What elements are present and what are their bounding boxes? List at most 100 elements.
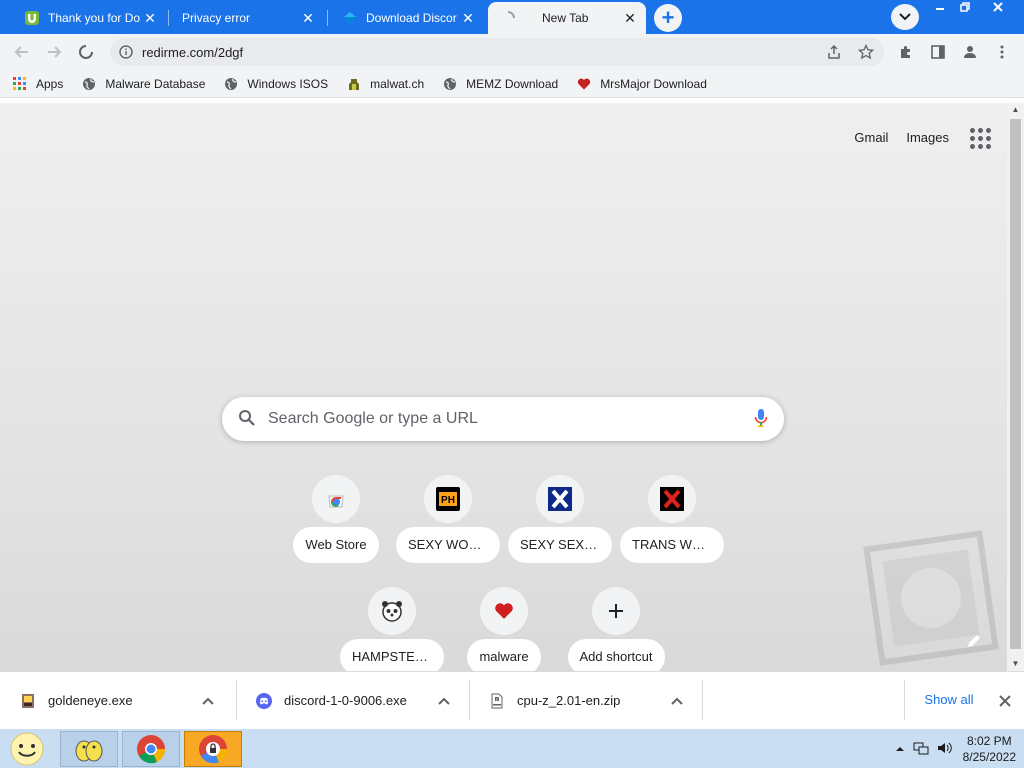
side-panel-icon xyxy=(931,45,945,59)
globe-icon xyxy=(223,76,239,92)
taskbar-clock[interactable]: 8:02 PM 8/25/2022 xyxy=(963,733,1016,765)
extensions-button[interactable] xyxy=(894,40,918,64)
shortcut-sexy-sex-po[interactable]: SEXY SEX PO... xyxy=(504,475,616,587)
bookmark-label: malwat.ch xyxy=(370,76,425,91)
taskbar-chrome[interactable] xyxy=(122,731,180,767)
shortcut-hampsters[interactable]: HAMPSTERS xyxy=(336,587,448,671)
star-icon xyxy=(858,44,874,60)
chevron-up-icon[interactable] xyxy=(198,691,218,711)
chevron-down-icon xyxy=(899,13,911,21)
images-link[interactable]: Images xyxy=(906,130,949,145)
chrome-icon xyxy=(137,735,166,764)
download-item-discord[interactable]: discord-1-0-9006.exe xyxy=(236,672,469,729)
download-item-cpuz[interactable]: Z cpu-z_2.01-en.zip xyxy=(469,672,702,729)
google-links: Gmail Images xyxy=(854,125,991,149)
share-icon xyxy=(828,44,840,59)
customize-button[interactable] xyxy=(958,625,990,657)
tab-separator xyxy=(168,10,169,26)
hamster-icon xyxy=(368,587,416,635)
address-bar[interactable]: redirme.com/2dgf xyxy=(110,38,884,66)
forward-button[interactable] xyxy=(42,40,66,64)
bookmark-apps[interactable]: Apps xyxy=(12,76,63,92)
microphone-icon[interactable] xyxy=(754,408,768,431)
info-icon[interactable] xyxy=(118,44,134,60)
arrow-left-icon xyxy=(14,46,28,58)
download-item-goldeneye[interactable]: goldeneye.exe xyxy=(0,672,236,729)
search-input[interactable] xyxy=(268,410,754,428)
gmail-link[interactable]: Gmail xyxy=(854,130,888,145)
scroll-up-arrow[interactable]: ▲ xyxy=(1007,103,1024,117)
bookmark-memz-download[interactable]: MEMZ Download xyxy=(442,76,558,92)
show-all-downloads-button[interactable]: Show all xyxy=(914,686,984,714)
taskbar-bonzi-app[interactable] xyxy=(60,731,118,767)
profile-button[interactable] xyxy=(958,40,982,64)
tab-separator xyxy=(327,10,328,26)
close-icon[interactable]: ✕ xyxy=(622,10,638,26)
bookmark-malware-database[interactable]: Malware Database xyxy=(81,76,205,92)
close-icon[interactable]: ✕ xyxy=(460,10,476,26)
browser-toolbar: redirme.com/2dgf xyxy=(0,34,1024,70)
search-box[interactable] xyxy=(222,397,784,441)
chevron-up-icon[interactable] xyxy=(667,691,687,711)
tab-thank-you[interactable]: Thank you for Do ✕ xyxy=(12,2,166,34)
new-tab-page: Gmail Images Web Store PH SEXY WOMEN SEX… xyxy=(0,103,1007,671)
tab-title: Download Discor xyxy=(366,11,457,25)
tab-search-button[interactable] xyxy=(891,4,919,30)
taskbar-active-app[interactable] xyxy=(184,731,242,767)
scrollbar-thumb[interactable] xyxy=(1010,119,1021,649)
chevron-up-icon[interactable] xyxy=(434,691,454,711)
close-icon[interactable]: ✕ xyxy=(300,10,316,26)
close-icon[interactable]: ✕ xyxy=(142,10,158,26)
heart-icon xyxy=(576,76,592,92)
shortcut-label: Add shortcut xyxy=(567,639,665,671)
back-button[interactable] xyxy=(10,40,34,64)
bookmark-windows-isos[interactable]: Windows ISOS xyxy=(223,76,328,92)
download-separator xyxy=(904,680,905,720)
tray-expand-icon[interactable] xyxy=(895,742,905,756)
clock-date: 8/25/2022 xyxy=(962,750,1016,764)
window-close-button[interactable] xyxy=(983,0,1013,18)
restore-button[interactable] xyxy=(950,0,980,18)
kebab-menu-icon xyxy=(1000,45,1004,59)
bookmark-label: Windows ISOS xyxy=(247,76,329,91)
url-text[interactable]: redirme.com/2dgf xyxy=(142,45,243,60)
shortcut-web-store[interactable]: Web Store xyxy=(280,475,392,587)
discord-icon xyxy=(256,692,272,709)
bonzi-icon xyxy=(75,740,103,762)
tab-privacy-error[interactable]: Privacy error ✕ xyxy=(170,2,324,34)
svg-text:PH: PH xyxy=(441,495,455,506)
puzzle-icon xyxy=(901,46,910,58)
clock-time: 8:02 PM xyxy=(966,734,1012,748)
close-icon xyxy=(999,695,1011,707)
side-panel-button[interactable] xyxy=(926,40,950,64)
bookmark-star-button[interactable] xyxy=(854,40,878,64)
bookmark-malwatch[interactable]: malwat.ch xyxy=(346,76,424,92)
volume-icon[interactable] xyxy=(937,741,953,758)
tab-download-discord[interactable]: Download Discor ✕ xyxy=(330,2,484,34)
shortcut-trans-wom[interactable]: TRANS WOM... xyxy=(616,475,728,587)
share-button[interactable] xyxy=(822,40,846,64)
close-downloads-button[interactable] xyxy=(994,690,1016,712)
download-filename: discord-1-0-9006.exe xyxy=(284,693,407,708)
vertical-scrollbar[interactable]: ▲ ▼ xyxy=(1007,103,1024,671)
shortcut-label: TRANS WOM... xyxy=(620,527,724,563)
vlc-diamond-icon xyxy=(342,10,358,26)
loading-icon xyxy=(79,45,93,59)
shortcut-malware[interactable]: malware xyxy=(448,587,560,671)
bookmark-mrsmajor-download[interactable]: MrsMajor Download xyxy=(576,76,707,92)
scroll-down-arrow[interactable]: ▼ xyxy=(1007,657,1024,671)
shortcut-label: malware xyxy=(467,639,541,671)
stop-loading-button[interactable] xyxy=(74,40,98,64)
shortcut-add[interactable]: Add shortcut xyxy=(560,587,672,671)
menu-button[interactable] xyxy=(990,40,1014,64)
shortcut-sexy-women[interactable]: PH SEXY WOMEN xyxy=(392,475,504,587)
start-button[interactable] xyxy=(0,731,54,767)
new-tab-button[interactable]: + xyxy=(654,4,682,32)
search-icon xyxy=(238,409,256,430)
downloads-shelf: goldeneye.exe discord-1-0-9006.exe Z cpu… xyxy=(0,671,1024,728)
tab-new-tab[interactable]: New Tab ✕ xyxy=(488,2,646,34)
google-apps-icon[interactable] xyxy=(967,125,991,149)
shortcut-label: SEXY WOMEN xyxy=(396,527,500,563)
network-icon[interactable] xyxy=(913,741,929,758)
download-separator xyxy=(702,680,703,720)
